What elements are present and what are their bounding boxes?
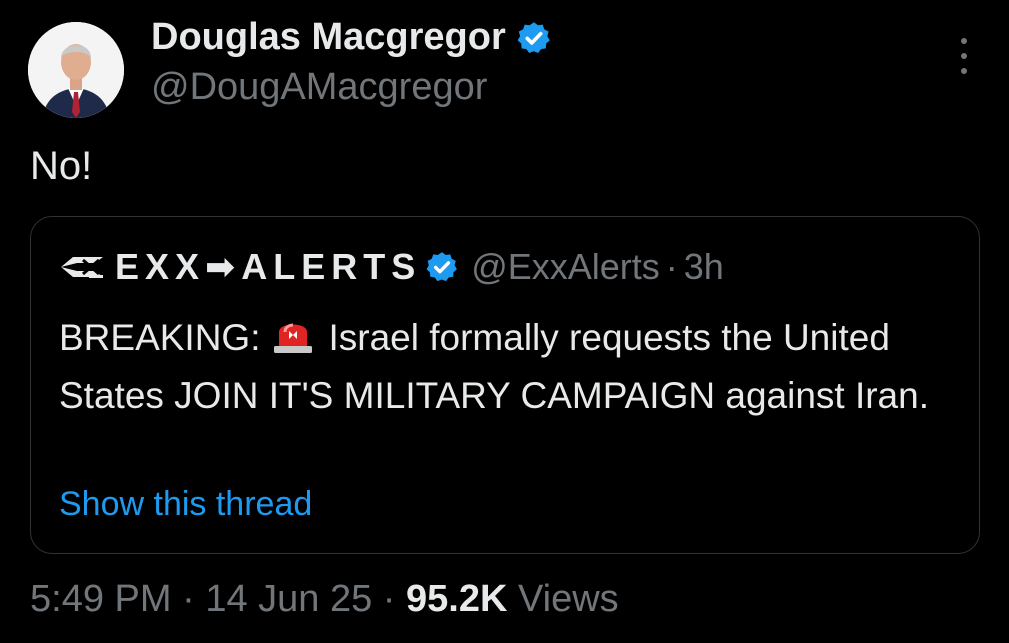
separator-dot: · (182, 578, 195, 620)
more-options-icon[interactable] (952, 38, 976, 74)
quoted-tweet-text: BREAKING: Israel formally requests the U… (59, 309, 959, 425)
verified-badge-icon (517, 21, 550, 53)
tweet-time[interactable]: 5:49 PM (30, 578, 172, 620)
views-count: 95.2K (406, 578, 508, 620)
views-label: Views (517, 578, 619, 620)
quoted-tweet-card[interactable]: EXX➡ALERTS @ExxAlerts · 3h BREAKING: Isr… (30, 216, 980, 554)
more-dot (961, 53, 967, 59)
tweet-meta: 5:49 PM · 14 Jun 25 · 95.2K Views (30, 578, 619, 621)
author-display-name[interactable]: Douglas Macgregor (151, 16, 506, 59)
author-handle[interactable]: @DougAMacgregor (151, 66, 487, 109)
quoted-time-ago[interactable]: 3h (684, 246, 724, 288)
tweet: Douglas Macgregor @DougAMacgregor No! EX… (0, 0, 1009, 643)
show-thread-link[interactable]: Show this thread (59, 485, 312, 524)
tweet-text: No! (30, 144, 93, 188)
quoted-author-display-name[interactable]: EXX➡ALERTS (115, 246, 421, 288)
tweet-date[interactable]: 14 Jun 25 (205, 578, 372, 620)
quoted-author-handle[interactable]: @ExxAlerts (471, 246, 660, 288)
separator-dot: · (382, 578, 396, 620)
separator-dot: · (665, 246, 678, 287)
verified-badge-icon (426, 252, 458, 282)
author-display-name-row[interactable]: Douglas Macgregor (151, 16, 552, 59)
exx-alerts-logo-icon (61, 257, 103, 278)
quoted-text-prefix: BREAKING: (59, 317, 261, 358)
more-dot (961, 68, 967, 74)
police-siren-icon (273, 323, 312, 353)
avatar[interactable] (28, 22, 124, 118)
more-dot (961, 38, 967, 44)
avatar-image (28, 22, 124, 118)
quoted-tweet-header: EXX➡ALERTS @ExxAlerts · 3h (59, 245, 724, 289)
